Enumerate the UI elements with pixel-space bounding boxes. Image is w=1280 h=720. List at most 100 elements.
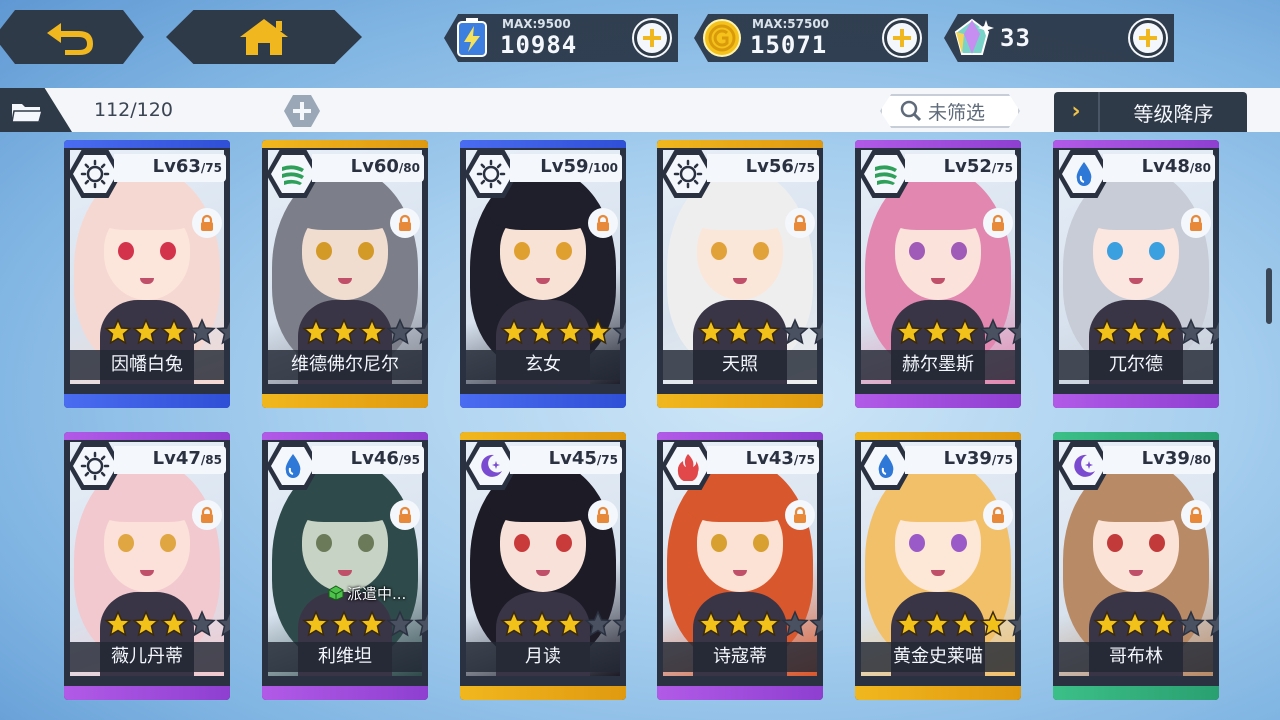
home-button[interactable] (166, 10, 362, 64)
lock-icon[interactable] (390, 208, 420, 238)
rarity-stripe (657, 432, 823, 440)
star-rating (104, 610, 230, 640)
gem-resource: 33 (944, 14, 1174, 62)
star-rating (500, 318, 626, 348)
crystal-gem-icon (954, 18, 994, 55)
gold-resource: MAX:57500 15071 (694, 14, 928, 62)
character-name: 诗寇蒂 (663, 642, 817, 672)
search-icon (900, 100, 922, 122)
level-value: Lv60 (350, 156, 399, 177)
character-card[interactable]: Lv43/75 诗寇蒂 (657, 432, 823, 700)
level-max: /80 (1189, 453, 1211, 467)
character-card[interactable]: Lv39/75 黄金史莱喵 (855, 432, 1021, 700)
character-name: 利维坦 (268, 642, 422, 672)
lock-icon[interactable] (983, 500, 1013, 530)
character-card[interactable]: Lv52/75 赫尔墨斯 (855, 140, 1021, 408)
level-label: Lv48/80 (1103, 154, 1215, 182)
rarity-stripe (460, 686, 626, 700)
sort-label: 等级降序 (1133, 101, 1214, 126)
character-name: 维德佛尔尼尔 (268, 350, 422, 380)
lock-icon[interactable] (1181, 208, 1211, 238)
character-name: 月读 (466, 642, 620, 672)
rarity-stripe (1053, 432, 1219, 440)
level-value: Lv45 (548, 448, 597, 469)
lock-icon[interactable] (785, 500, 815, 530)
level-label: Lv45/75 (510, 446, 622, 474)
level-label: Lv56/75 (707, 154, 819, 182)
star-rating (1093, 318, 1219, 348)
home-icon (240, 19, 288, 55)
character-count: 112/120 (94, 99, 173, 121)
character-card[interactable]: Lv45/75 月读 (460, 432, 626, 700)
level-max: /80 (398, 161, 420, 175)
rarity-stripe (657, 686, 823, 700)
rarity-stripe (1053, 394, 1219, 408)
level-label: Lv39/75 (905, 446, 1017, 474)
level-value: Lv52 (943, 156, 992, 177)
sort-button[interactable]: › 等级降序 (1054, 92, 1247, 132)
gold-value: 15071 (750, 31, 828, 59)
level-value: Lv39 (1141, 448, 1190, 469)
character-card[interactable]: Lv63/75 因幡白兔 (64, 140, 230, 408)
rarity-stripe (64, 140, 230, 148)
level-value: Lv43 (745, 448, 794, 469)
star-rating (302, 318, 428, 348)
character-card[interactable]: Lv46/95 派遣中... 利维坦 (262, 432, 428, 700)
rarity-stripe (855, 432, 1021, 440)
filter-button[interactable]: 未筛选 (880, 94, 1020, 128)
level-label: Lv47/85 (114, 446, 226, 474)
lock-icon[interactable] (390, 500, 420, 530)
lock-icon[interactable] (785, 208, 815, 238)
rarity-stripe (262, 686, 428, 700)
level-max: /75 (596, 453, 618, 467)
level-value: Lv39 (943, 448, 992, 469)
level-max: /75 (793, 453, 815, 467)
gold-max-label: MAX: (752, 17, 788, 31)
lock-icon[interactable] (983, 208, 1013, 238)
level-label: Lv52/75 (905, 154, 1017, 182)
star-rating (1093, 610, 1219, 640)
lock-icon[interactable] (192, 500, 222, 530)
level-label: Lv63/75 (114, 154, 226, 182)
level-value: Lv47 (152, 448, 201, 469)
character-card[interactable]: Lv47/85 薇儿丹蒂 (64, 432, 230, 700)
level-value: Lv56 (745, 156, 794, 177)
rarity-stripe (1053, 686, 1219, 700)
dispatch-status: 派遣中... (328, 582, 406, 604)
add-energy-button[interactable] (634, 20, 670, 56)
level-label: Lv43/75 (707, 446, 819, 474)
plus-icon (293, 102, 311, 120)
level-value: Lv48 (1141, 156, 1190, 177)
character-card[interactable]: Lv60/80 维德佛尔尼尔 (262, 140, 428, 408)
plus-icon (893, 29, 911, 47)
character-name: 因幡白兔 (70, 350, 224, 380)
rarity-stripe (262, 140, 428, 148)
level-value: Lv63 (152, 156, 201, 177)
lock-icon[interactable] (1181, 500, 1211, 530)
back-button[interactable] (0, 10, 144, 64)
rarity-stripe (460, 432, 626, 440)
lock-icon[interactable] (588, 208, 618, 238)
character-card[interactable]: Lv48/80 兀尔德 (1053, 140, 1219, 408)
scrollbar[interactable] (1266, 268, 1272, 324)
star-rating (895, 610, 1021, 640)
star-rating (500, 610, 626, 640)
level-max: /85 (200, 453, 222, 467)
rarity-stripe (460, 394, 626, 408)
add-gold-button[interactable] (884, 20, 920, 56)
energy-value: 10984 (500, 31, 578, 59)
character-card[interactable]: Lv59/100 玄女 (460, 140, 626, 408)
energy-resource: MAX:9500 10984 (444, 14, 678, 62)
rarity-stripe (657, 140, 823, 148)
character-card[interactable]: Lv56/75 天照 (657, 140, 823, 408)
rarity-stripe (64, 394, 230, 408)
gold-coin-icon (703, 19, 741, 57)
gold-max-value: 57500 (787, 17, 830, 31)
lock-icon[interactable] (588, 500, 618, 530)
add-gems-button[interactable] (1130, 20, 1166, 56)
character-card[interactable]: Lv39/80 哥布林 (1053, 432, 1219, 700)
level-value: Lv46 (350, 448, 399, 469)
rarity-stripe (64, 432, 230, 440)
rarity-stripe (460, 140, 626, 148)
lock-icon[interactable] (192, 208, 222, 238)
